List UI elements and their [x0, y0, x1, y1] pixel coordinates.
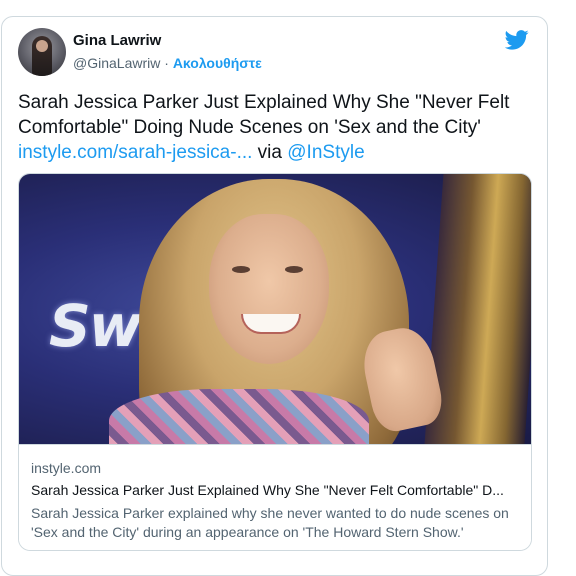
tweet-body: Sarah Jessica Parker Just Explained Why …: [18, 92, 510, 138]
photo-face: [209, 214, 329, 364]
author-name[interactable]: Gina Lawriw: [73, 32, 161, 49]
handle-separator: ·: [160, 55, 173, 71]
tweet-via: via: [252, 142, 288, 163]
photo-dress: [109, 389, 369, 444]
photo-eye-left: [232, 266, 250, 273]
link-meta[interactable]: instyle.com Sarah Jessica Parker Just Ex…: [19, 444, 531, 550]
mention-link[interactable]: @InStyle: [287, 142, 364, 163]
follow-button[interactable]: Ακολουθήστε: [173, 55, 262, 71]
author-avatar[interactable]: [18, 28, 66, 76]
link-preview-card[interactable]: Swiff instyle.com Sarah Jessica Parker J…: [18, 173, 532, 551]
preview-photo[interactable]: Swiff: [19, 174, 531, 444]
tweet-card: Gina Lawriw @GinaLawriw · Ακολουθήστε Sa…: [1, 16, 548, 576]
link-description: Sarah Jessica Parker explained why she n…: [31, 505, 509, 540]
tweet-link[interactable]: instyle.com/sarah-jessica-...: [18, 142, 252, 163]
author-handle[interactable]: @GinaLawriw: [73, 55, 160, 71]
avatar-face: [36, 40, 48, 52]
link-title: Sarah Jessica Parker Just Explained Why …: [31, 482, 504, 498]
tweet-text: Sarah Jessica Parker Just Explained Why …: [18, 90, 538, 165]
twitter-bird-icon[interactable]: [505, 30, 529, 50]
photo-eye-right: [285, 266, 303, 273]
author-handle-row: @GinaLawriw · Ακολουθήστε: [73, 55, 262, 71]
link-domain: instyle.com: [31, 460, 102, 476]
